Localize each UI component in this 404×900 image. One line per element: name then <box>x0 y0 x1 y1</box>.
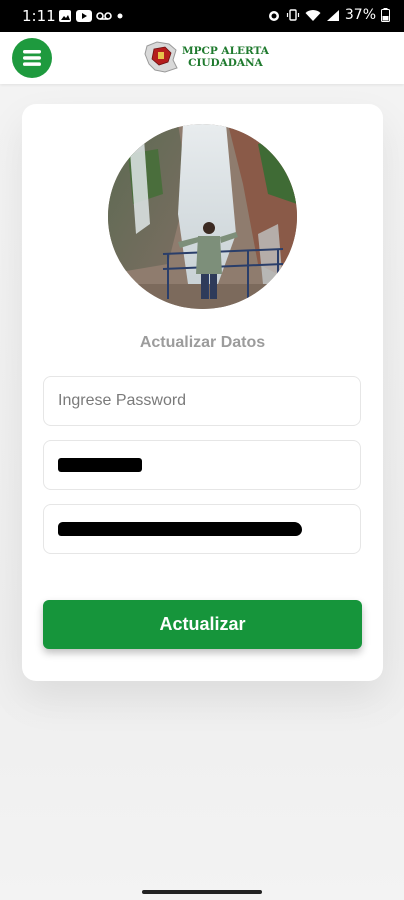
hamburger-menu-icon <box>23 50 41 66</box>
menu-button[interactable] <box>12 38 52 78</box>
app-header: MPCP ALERTA CIUDADANA <box>0 32 404 84</box>
profile-avatar[interactable] <box>108 124 297 309</box>
password-field[interactable] <box>43 376 361 426</box>
system-status: 37% <box>267 7 390 23</box>
password-input[interactable] <box>44 377 360 425</box>
status-time: 1:11 <box>22 7 56 25</box>
wifi-icon <box>305 9 321 21</box>
update-button[interactable]: Actualizar <box>43 600 362 649</box>
navigation-handle[interactable] <box>142 890 262 894</box>
logo-line-1: MPCP ALERTA <box>182 45 269 57</box>
youtube-icon <box>76 10 92 22</box>
battery-level: 37% <box>344 7 376 23</box>
voicemail-icon <box>96 12 112 20</box>
notification-dot-icon <box>117 13 123 19</box>
logo-text: MPCP ALERTA CIUDADANA <box>182 45 269 69</box>
map-emblem-icon <box>144 41 178 73</box>
gallery-icon <box>59 10 71 22</box>
profile-photo <box>108 124 297 309</box>
update-data-card: Actualizar Datos Actualizar <box>22 104 383 681</box>
form-title: Actualizar Datos <box>139 334 266 351</box>
email-field[interactable] <box>43 504 361 554</box>
redacted-value <box>58 522 302 536</box>
alarm-icon <box>268 11 279 21</box>
signal-icon <box>326 9 339 21</box>
phone-field[interactable] <box>43 440 361 490</box>
app-logo: MPCP ALERTA CIUDADANA <box>143 40 269 74</box>
battery-icon <box>381 8 390 22</box>
notification-icons <box>58 9 124 23</box>
logo-line-2: CIUDADANA <box>188 57 263 69</box>
status-bar: 1:11 37% <box>0 0 404 32</box>
redacted-value <box>58 458 142 472</box>
vibrate-icon <box>286 9 299 21</box>
